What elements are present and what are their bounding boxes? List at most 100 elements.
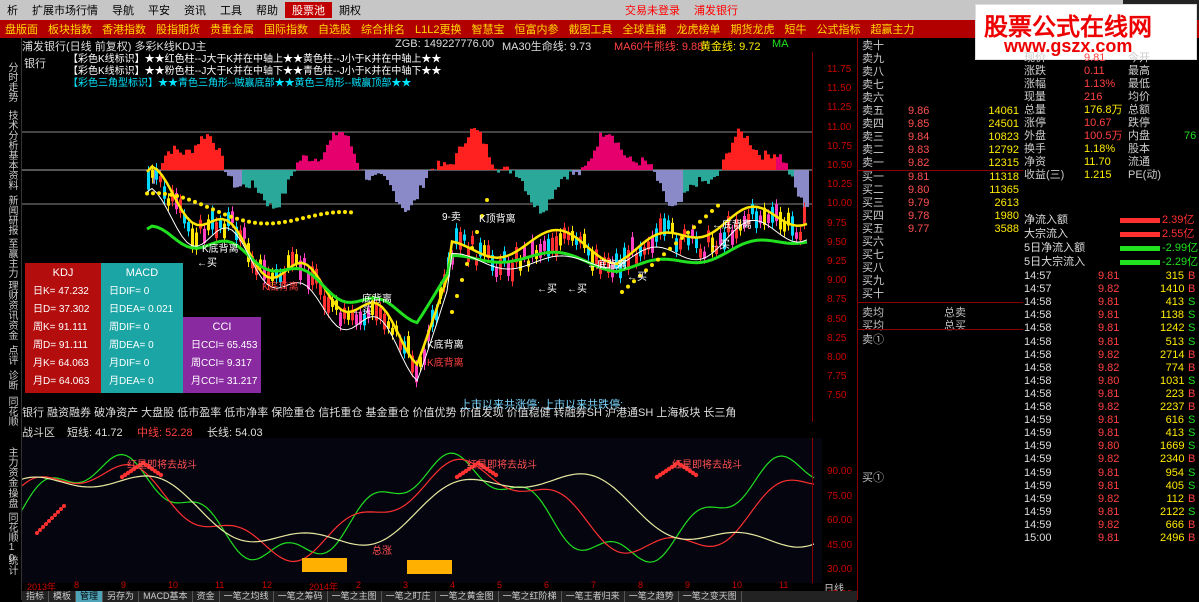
order-book-row[interactable]: 买六 bbox=[858, 236, 1023, 249]
toolbar-item[interactable]: 股指期货 bbox=[151, 21, 205, 37]
indicator-tab[interactable]: 一笔王者归来 bbox=[562, 591, 625, 602]
order-book-row[interactable]: 买二 9.80 11365 bbox=[858, 184, 1023, 197]
toolbar-item[interactable]: 自选股 bbox=[313, 21, 356, 37]
left-strip-item[interactable]: 操盘 bbox=[5, 488, 17, 508]
battle-zone-chart[interactable]: 红星即将去战斗 红星即将去战斗 红星即将去战斗总涨 bbox=[22, 438, 822, 583]
tick-row[interactable]: 14:59 9.80 1669 S bbox=[1022, 440, 1199, 453]
order-book-row[interactable]: 卖六 bbox=[858, 92, 1023, 105]
toolbar-item[interactable]: 贵重金属 bbox=[205, 21, 259, 37]
tick-row[interactable]: 14:58 9.82 774 B bbox=[1022, 362, 1199, 375]
tick-row[interactable]: 14:58 9.81 413 S bbox=[1022, 296, 1199, 309]
toolbar-item[interactable]: 截图工具 bbox=[563, 21, 617, 37]
order-book-row[interactable]: 卖五 9.86 14061 bbox=[858, 105, 1023, 118]
indicator-tab[interactable]: MACD基本 bbox=[139, 591, 193, 602]
toolbar-item[interactable]: 恒富内参 bbox=[509, 21, 563, 37]
menu-item[interactable]: 平安 bbox=[141, 2, 177, 18]
order-book-row[interactable]: 买四 9.78 1980 bbox=[858, 210, 1023, 223]
tick-row[interactable]: 14:58 9.81 1242 S bbox=[1022, 322, 1199, 335]
order-book-row[interactable]: 卖四 9.85 24501 bbox=[858, 118, 1023, 131]
trade-status[interactable]: 交易未登录 bbox=[618, 2, 687, 18]
indicator-tab[interactable]: 一笔之筹码 bbox=[274, 591, 328, 602]
toolbar-item[interactable]: 期货龙虎 bbox=[725, 21, 779, 37]
tick-row[interactable]: 14:58 9.81 513 S bbox=[1022, 336, 1199, 349]
indicator-tab[interactable]: 指标 bbox=[22, 591, 50, 602]
left-strip-item[interactable]: 点评 bbox=[5, 345, 17, 365]
left-strip-item[interactable]: 新闻研报 bbox=[5, 195, 17, 235]
concept-tags[interactable]: 银行 融资融券 破净资产 大盘股 低市盈率 低市净率 保险重仓 信托重仓 基金重… bbox=[22, 404, 822, 419]
toolbar-item[interactable]: 香港指数 bbox=[97, 21, 151, 37]
toolbar-item[interactable]: 盘版面 bbox=[0, 21, 43, 37]
indicator-tab[interactable]: 资金 bbox=[193, 591, 220, 602]
indicator-tab[interactable]: 一笔之变天图 bbox=[679, 591, 742, 602]
order-book-row[interactable]: 买八 bbox=[858, 262, 1023, 275]
order-book-row[interactable]: 买三 9.79 2613 bbox=[858, 197, 1023, 210]
toolbar-item[interactable]: 公式指标 bbox=[811, 21, 865, 37]
order-book-row[interactable]: 卖二 9.83 12792 bbox=[858, 144, 1023, 157]
toolbar-item[interactable]: 综合排名 bbox=[356, 21, 410, 37]
menu-item[interactable]: 导航 bbox=[105, 2, 141, 18]
tick-row[interactable]: 14:58 9.82 2714 B bbox=[1022, 349, 1199, 362]
tick-row[interactable]: 14:59 9.82 112 B bbox=[1022, 493, 1199, 506]
tick-row[interactable]: 14:58 9.80 1031 S bbox=[1022, 375, 1199, 388]
left-strip-item[interactable]: 资金 bbox=[5, 320, 17, 340]
menu-item[interactable]: 析 bbox=[0, 2, 25, 18]
tick-row[interactable]: 14:57 9.81 315 B bbox=[1022, 270, 1199, 283]
menu-item[interactable]: 帮助 bbox=[249, 2, 285, 18]
order-book-row[interactable]: 卖三 9.84 10823 bbox=[858, 131, 1023, 144]
indicator-tab[interactable]: 一笔之均线 bbox=[220, 591, 274, 602]
left-strip-item[interactable]: 技术分析 bbox=[5, 110, 17, 150]
indicator-tab[interactable]: 一笔之黄金图 bbox=[436, 591, 499, 602]
order-book-row[interactable]: 买一 9.81 11318 bbox=[858, 171, 1023, 184]
tick-row[interactable]: 14:59 9.81 954 S bbox=[1022, 467, 1199, 480]
indicator-tab[interactable]: 一笔之盯庄 bbox=[382, 591, 436, 602]
menu-item[interactable]: 期权 bbox=[332, 2, 368, 18]
tick-row[interactable]: 14:58 9.82 2237 B bbox=[1022, 401, 1199, 414]
indicator-tab[interactable]: 管理 bbox=[76, 591, 104, 602]
toolbar-item[interactable]: 板块指数 bbox=[43, 21, 97, 37]
tick-row[interactable]: 15:00 9.81 2496 B bbox=[1022, 532, 1199, 545]
tick-row[interactable]: 14:58 9.81 223 B bbox=[1022, 388, 1199, 401]
tick-row[interactable]: 14:59 9.81 405 S bbox=[1022, 480, 1199, 493]
order-book-row[interactable]: 买五 9.77 3588 bbox=[858, 223, 1023, 236]
left-strip-item[interactable]: 同花顺 bbox=[5, 396, 17, 426]
toolbar-item[interactable]: 智慧宝 bbox=[466, 21, 509, 37]
left-strip-item[interactable]: 理财资讯 bbox=[5, 280, 17, 320]
order-book-row[interactable]: 卖九 bbox=[858, 53, 1023, 66]
toolbar-item[interactable]: L1L2更换 bbox=[410, 21, 466, 37]
order-book-row[interactable]: 买七 bbox=[858, 249, 1023, 262]
tick-row[interactable]: 14:59 9.82 666 B bbox=[1022, 519, 1199, 532]
indicator-tab[interactable]: 模板 bbox=[49, 591, 77, 602]
order-book-row[interactable]: 买十 bbox=[858, 288, 1023, 301]
order-book-row[interactable]: 卖七 bbox=[858, 79, 1023, 92]
toolbar-item[interactable]: 龙虎榜单 bbox=[671, 21, 725, 37]
order-book-row[interactable]: 卖十 bbox=[858, 40, 1023, 53]
left-strip-item[interactable]: 基本资料 bbox=[5, 150, 17, 190]
menu-item[interactable]: 工具 bbox=[213, 2, 249, 18]
menu-item[interactable]: 股票池 bbox=[285, 2, 332, 18]
left-strip-item[interactable]: 分时走势 bbox=[5, 62, 17, 102]
menu-item[interactable]: 资讯 bbox=[177, 2, 213, 18]
toolbar-item[interactable]: 超赢主力 bbox=[865, 21, 919, 37]
menu-item[interactable]: 扩展市场行情 bbox=[25, 2, 105, 18]
left-strip-item[interactable]: 诊断 bbox=[5, 370, 17, 390]
indicator-tab[interactable]: 另存为 bbox=[103, 591, 140, 602]
order-book-row[interactable]: 卖八 bbox=[858, 66, 1023, 79]
left-strip-item[interactable]: 至赢主力 bbox=[5, 238, 17, 278]
tick-row[interactable]: 14:59 9.81 413 S bbox=[1022, 427, 1199, 440]
indicator-tab[interactable]: 一笔之红阶梯 bbox=[499, 591, 562, 602]
order-book-row[interactable]: 卖一 9.82 12315 bbox=[858, 157, 1023, 170]
toolbar-item[interactable]: 短牛 bbox=[779, 21, 811, 37]
tick-list[interactable]: 14:57 9.81 315 B 14:57 9.82 1410 B 14:58 9.81 413 S… bbox=[1022, 270, 1199, 602]
tick-row[interactable]: 14:59 9.81 616 S bbox=[1022, 414, 1199, 427]
left-strip-item[interactable]: 统计 bbox=[5, 555, 17, 575]
tick-row[interactable]: 14:59 9.82 2340 B bbox=[1022, 453, 1199, 466]
left-strip-item[interactable]: 主力资金 bbox=[5, 447, 17, 487]
toolbar-item[interactable]: 全球直播 bbox=[617, 21, 671, 37]
order-book-row[interactable]: 买九 bbox=[858, 275, 1023, 288]
indicator-tab[interactable]: 一笔之趋势 bbox=[625, 591, 679, 602]
tick-row[interactable]: 14:59 9.81 2122 S bbox=[1022, 506, 1199, 519]
tick-row[interactable]: 14:58 9.81 1138 S bbox=[1022, 309, 1199, 322]
indicator-tab[interactable]: 一笔之主图 bbox=[328, 591, 382, 602]
toolbar-item[interactable]: 国际指数 bbox=[259, 21, 313, 37]
tick-row[interactable]: 14:57 9.82 1410 B bbox=[1022, 283, 1199, 296]
